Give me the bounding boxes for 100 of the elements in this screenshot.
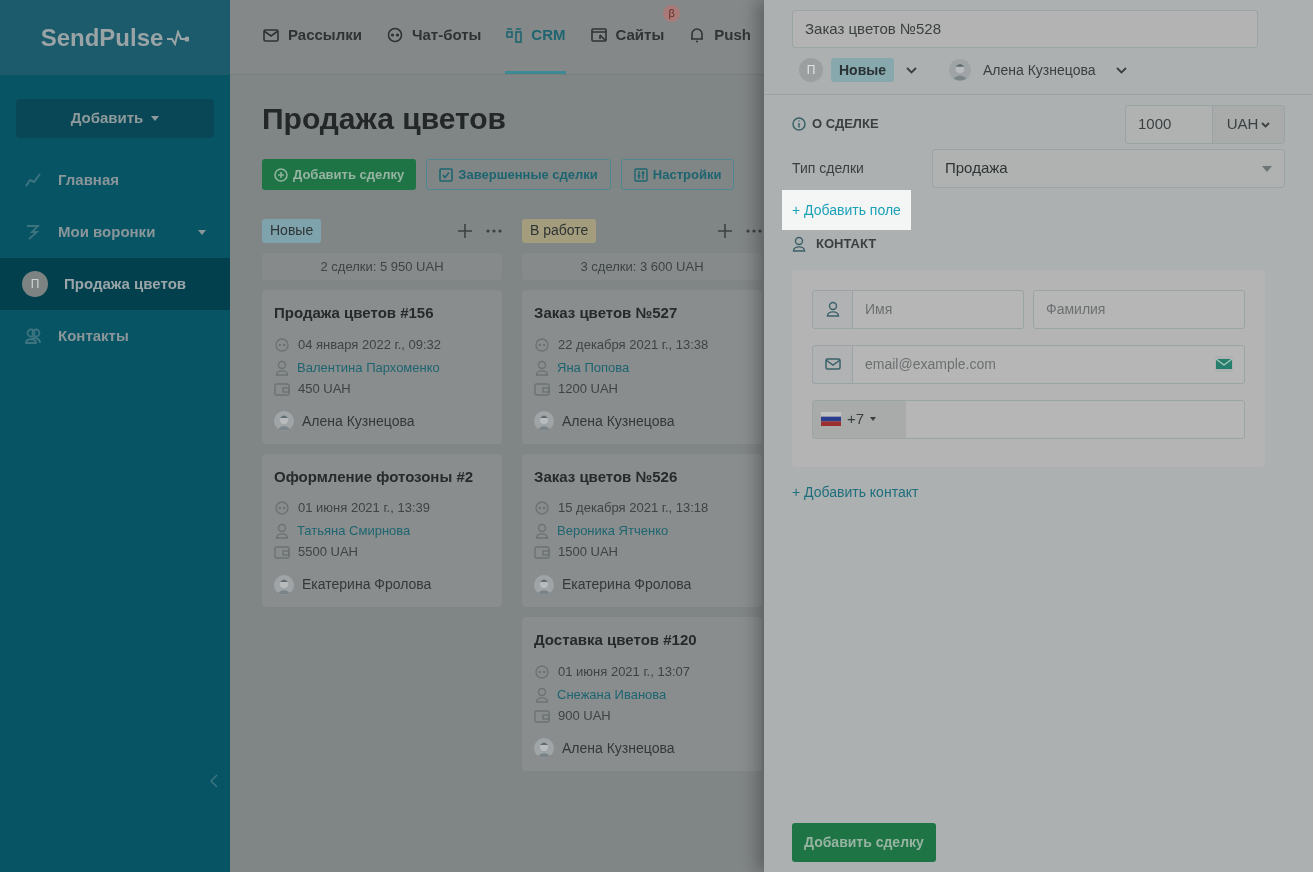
- stage-tag: Новые: [831, 58, 894, 82]
- nav-tab[interactable]: CRM: [505, 0, 566, 74]
- chat-bubble-icon: [534, 663, 550, 680]
- sidebar-label: Продажа цветов: [64, 273, 188, 294]
- first-name-field[interactable]: Имя: [853, 289, 1024, 329]
- kanban-icon: [505, 26, 524, 44]
- deal-owner: Алена Кузнецова: [562, 411, 675, 431]
- deal-amount: 1200 UAH: [558, 379, 618, 398]
- pipeline-avatar: П: [22, 271, 48, 297]
- contact-link[interactable]: Яна Попова: [557, 357, 630, 378]
- person-icon: [535, 686, 549, 703]
- submit-button[interactable]: Добавить сделку: [792, 823, 936, 862]
- chat-bubble-icon: [274, 336, 290, 353]
- deal-title: Заказ цветов №526: [534, 466, 679, 487]
- deal-card[interactable]: Заказ цветов №526 15 декабря 2021 г., 13:18 Вероника Ятченко 1500 UAH Екатерина Фролова: [522, 453, 762, 607]
- sliders-icon: [633, 167, 648, 182]
- user-avatar-icon: [534, 411, 554, 431]
- deal-owner: Алена Кузнецова: [302, 411, 415, 431]
- person-icon: [535, 359, 549, 376]
- plus-icon[interactable]: [458, 223, 472, 238]
- checkbox-icon: [439, 167, 454, 182]
- person-icon: [275, 359, 289, 376]
- deal-title: Оформление фотозоны #2: [274, 466, 475, 487]
- caret-icon: [1262, 165, 1272, 172]
- deal-amount: 1500 UAH: [558, 543, 618, 562]
- contact-link[interactable]: Вероника Ятченко: [557, 521, 669, 541]
- person-icon: [275, 523, 289, 539]
- deal-amount: 5500 UAH: [298, 543, 358, 562]
- flag-icon: [821, 412, 841, 426]
- envelope-icon: [824, 358, 841, 370]
- user-avatar-icon: [274, 574, 294, 595]
- deal-date: 15 декабря 2021 г., 13:18: [558, 499, 709, 518]
- wallet-icon: [534, 708, 550, 723]
- amount-field[interactable]: 1000 UAH: [1125, 105, 1285, 144]
- stage-tag: В работе: [522, 218, 597, 243]
- user-avatar-icon: [949, 59, 971, 81]
- person-icon: [535, 523, 549, 539]
- nav-tab[interactable]: Push: [688, 0, 751, 74]
- deal-title: Доставка цветов #120: [534, 630, 698, 650]
- person-icon: [825, 301, 840, 317]
- deal-date: 22 декабря 2021 г., 13:38: [558, 335, 709, 354]
- email-field[interactable]: email@example.com: [853, 344, 1245, 384]
- caret-icon: [151, 116, 160, 121]
- deal-date: 01 июня 2021 г., 13:39: [298, 499, 430, 518]
- contact-link[interactable]: Валентина Пархоменко: [297, 357, 440, 378]
- chevron-down-icon: [1115, 66, 1127, 74]
- logo[interactable]: SendPulse: [40, 19, 164, 56]
- sidebar-item[interactable]: П Продажа цветов: [0, 258, 230, 310]
- caret-icon[interactable]: [198, 229, 206, 235]
- add-field-link[interactable]: + Добавить поле: [782, 190, 911, 230]
- nav-tab[interactable]: Рассылки: [262, 0, 362, 74]
- deal-amount: 900 UAH: [558, 706, 611, 725]
- chat-bubble-icon: [274, 500, 290, 516]
- wallet-icon: [274, 381, 290, 396]
- deal-title: Заказ цветов №527: [534, 303, 679, 323]
- add-button[interactable]: Добавить: [16, 99, 214, 138]
- section-heading: О СДЕЛКЕ: [812, 115, 879, 133]
- collapse-chevron-icon[interactable]: [210, 774, 218, 788]
- add-deal-button[interactable]: Добавить сделку: [262, 159, 417, 190]
- plus-circle-icon: [274, 167, 288, 182]
- last-name-field[interactable]: Фамилия: [1033, 289, 1245, 329]
- deal-type-select[interactable]: Продажа: [932, 149, 1285, 188]
- plus-icon[interactable]: [718, 223, 732, 238]
- deal-card[interactable]: Продажа цветов #156 04 января 2022 г., 09:32 Валентина Пархоменко 450 UAH Алена Кузнецова: [262, 290, 502, 444]
- wallet-icon: [534, 545, 550, 559]
- nav-tab[interactable]: Сайты: [589, 0, 665, 74]
- envelope-icon: [262, 26, 280, 44]
- more-icon[interactable]: [486, 228, 502, 233]
- deal-card[interactable]: Доставка цветов #120 01 июня 2021 г., 13:07 Снежана Иванова 900 UAH Алена Кузнецова: [522, 617, 762, 771]
- deal-card[interactable]: Оформление фотозоны #2 01 июня 2021 г., 13:39 Татьяна Смирнова 5500 UAH Екатерина Фролова: [262, 453, 502, 607]
- chat-bubble-icon: [534, 336, 550, 353]
- deal-title-field[interactable]: Заказ цветов №528: [792, 10, 1258, 48]
- phone-field[interactable]: +7: [812, 399, 1245, 439]
- more-icon[interactable]: [746, 228, 762, 233]
- wallet-icon: [534, 381, 550, 396]
- currency-select[interactable]: UAH: [1212, 106, 1284, 143]
- contact-link[interactable]: Снежана Иванова: [557, 684, 667, 705]
- lightning-icon: [24, 223, 42, 241]
- nav-tab[interactable]: Чат-боты: [385, 0, 482, 74]
- person-icon: [792, 235, 806, 252]
- chat-bubble-icon: [534, 500, 550, 516]
- column-summary: 3 сделки: 3 600 UAH: [522, 253, 762, 280]
- pulse-icon: [167, 29, 190, 46]
- deal-card[interactable]: Заказ цветов №527 22 декабря 2021 г., 13:38 Яна Попова 1200 UAH Алена Кузнецова: [522, 290, 762, 444]
- country-code-select[interactable]: +7: [813, 400, 906, 438]
- contact-link[interactable]: Татьяна Смирнова: [297, 521, 411, 541]
- user-avatar-icon: [534, 738, 554, 758]
- add-contact-link[interactable]: + Добавить контакт: [792, 481, 919, 503]
- stage-dropdown[interactable]: Новые: [831, 58, 917, 82]
- info-icon: [792, 116, 806, 131]
- pipeline-avatar: П: [799, 58, 823, 82]
- deal-owner: Екатерина Фролова: [562, 575, 692, 594]
- stage-tag: Новые: [262, 218, 322, 243]
- field-label: Тип сделки: [792, 159, 865, 178]
- deal-date: 01 июня 2021 г., 13:07: [558, 662, 690, 681]
- sidebar-label: Мои воронки: [58, 221, 157, 242]
- deal-owner: Алена Кузнецова: [562, 738, 675, 758]
- owner-dropdown[interactable]: Алена Кузнецова: [949, 59, 1127, 81]
- column-summary: 2 сделки: 5 950 UAH: [262, 253, 502, 280]
- deal-owner: Екатерина Фролова: [302, 575, 432, 594]
